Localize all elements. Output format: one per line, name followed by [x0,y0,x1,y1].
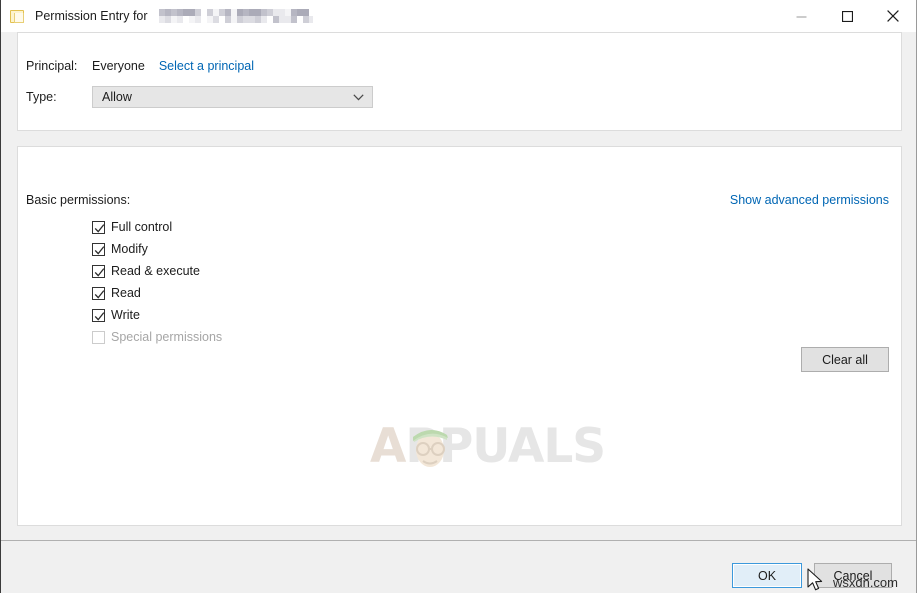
dialog-content: Principal: Everyone Select a principal T… [1,32,916,540]
checkbox-full-control[interactable] [92,220,105,234]
permission-label: Modify [111,242,148,256]
permission-row-write[interactable]: Write [92,304,222,326]
footer-button-bar: OK Cancel wsxdn.com [1,541,916,592]
permission-label: Write [111,308,140,322]
checkbox-read-execute[interactable] [92,264,105,278]
principal-value: Everyone [92,59,145,73]
checkbox-special-permissions [92,330,105,344]
principal-row: Principal: Everyone Select a principal [26,59,254,73]
checkbox-modify[interactable] [92,242,105,256]
chevron-down-icon [353,90,364,104]
cancel-button[interactable]: Cancel [814,563,892,588]
basic-permissions-label: Basic permissions: [26,193,131,207]
watermark-letter-a: A [370,419,406,474]
window-controls [778,0,916,32]
window-title: Permission Entry for [35,9,148,23]
checkbox-write[interactable] [92,308,105,322]
permission-label: Special permissions [111,330,223,344]
close-button[interactable] [870,0,916,32]
show-advanced-permissions-link[interactable]: Show advanced permissions [730,193,889,207]
type-dropdown-value: Allow [102,90,132,104]
permission-row-read[interactable]: Read [92,282,222,304]
permission-row-full-control[interactable]: Full control [92,216,222,238]
permissions-panel: Basic permissions: Show advanced permiss… [17,146,902,526]
redacted-title-text [152,9,313,23]
folder-icon [10,9,26,24]
minimize-button[interactable] [778,0,824,32]
type-dropdown[interactable]: Allow [92,86,373,108]
checkbox-read[interactable] [92,286,105,300]
appuals-watermark: APPUALS [370,419,606,475]
maximize-button[interactable] [824,0,870,32]
title-bar: Permission Entry for [1,0,916,32]
clear-all-button[interactable]: Clear all [801,347,889,372]
permission-label: Read & execute [111,264,200,278]
permission-entry-dialog: Permission Entry for Principal: Everyone… [0,0,917,593]
type-label: Type: [26,90,57,104]
watermark-letters-rest: PPUALS [405,419,606,474]
permission-row-modify[interactable]: Modify [92,238,222,260]
permission-label: Full control [111,220,173,234]
principal-label: Principal: [26,59,78,73]
permission-label: Read [111,286,141,300]
permission-row-read-execute[interactable]: Read & execute [92,260,222,282]
watermark-text: APPUALS [370,419,606,475]
principal-panel: Principal: Everyone Select a principal T… [17,32,902,131]
mascot-face-icon [413,429,448,467]
type-row: Type: Allow [26,86,373,108]
permission-row-special-permissions: Special permissions [92,326,222,348]
select-a-principal-link[interactable]: Select a principal [159,59,254,73]
permissions-list: Full control Modify Read & execute Read … [92,216,222,348]
ok-button[interactable]: OK [732,563,802,588]
